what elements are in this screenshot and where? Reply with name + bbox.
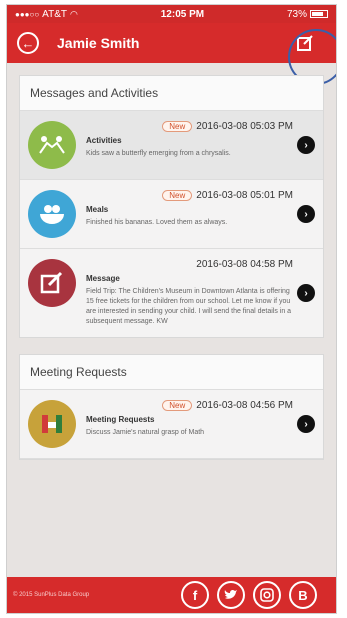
compose-button[interactable] — [294, 32, 316, 54]
item-meta: New 2016-03-08 05:01 PM — [86, 190, 293, 201]
meals-icon — [28, 190, 76, 238]
message-edit-icon — [28, 259, 76, 307]
chevron-right-icon[interactable]: › — [297, 136, 315, 154]
item-text: Finished his bananas. Loved them as alwa… — [86, 219, 228, 226]
phone-screen: ●●●○○ AT&T ◠ 12:05 PM 73% ← Jamie Smith … — [6, 4, 337, 614]
status-bar: ●●●○○ AT&T ◠ 12:05 PM 73% — [7, 5, 336, 23]
chevron-right-icon[interactable]: › — [297, 415, 315, 433]
meeting-card: Meeting Requests New 2016-03-08 04:56 PM… — [19, 354, 324, 460]
back-button[interactable]: ← — [17, 32, 39, 54]
item-text: Field Trip: The Children's Museum in Dow… — [86, 288, 292, 325]
item-text: Kids saw a butterfly emerging from a chr… — [86, 150, 231, 157]
list-item-message[interactable]: 2016-03-08 04:58 PM Message Field Trip: … — [20, 249, 323, 337]
signal-icon: ●●●○○ — [15, 9, 40, 19]
activities-icon — [28, 121, 76, 169]
new-badge: New — [162, 121, 193, 132]
item-meta: 2016-03-08 04:58 PM — [86, 259, 293, 270]
new-badge: New — [162, 190, 193, 201]
app-header: ← Jamie Smith — [7, 23, 336, 85]
item-meta: New 2016-03-08 05:03 PM — [86, 121, 293, 132]
item-text: Discuss Jamie's natural grasp of Math — [86, 429, 205, 436]
main-content[interactable]: Messages and Activities New 2016-03-08 0… — [7, 63, 336, 577]
facebook-icon[interactable]: f — [181, 581, 209, 609]
messages-card: Messages and Activities New 2016-03-08 0… — [19, 75, 324, 338]
arrow-left-icon: ← — [21, 35, 35, 51]
edit-icon — [297, 35, 313, 51]
item-title: Meals — [86, 205, 109, 214]
item-datetime: 2016-03-08 05:01 PM — [196, 190, 293, 201]
item-body: New 2016-03-08 05:01 PM Meals Finished h… — [86, 190, 315, 238]
footer: © 2015 SunPlus Data Group f B — [7, 577, 336, 613]
item-title: Meeting Requests — [86, 415, 155, 424]
meeting-section-title: Meeting Requests — [20, 355, 323, 390]
item-title: Activities — [86, 136, 122, 145]
list-item-meeting[interactable]: New 2016-03-08 04:56 PM Meeting Requests… — [20, 390, 323, 459]
item-body: New 2016-03-08 04:56 PM Meeting Requests… — [86, 400, 315, 448]
chevron-right-icon[interactable]: › — [297, 205, 315, 223]
item-meta: New 2016-03-08 04:56 PM — [86, 400, 293, 411]
list-item-activities[interactable]: New 2016-03-08 05:03 PM Activities Kids … — [20, 111, 323, 180]
battery-icon — [309, 10, 328, 18]
list-item-meals[interactable]: New 2016-03-08 05:01 PM Meals Finished h… — [20, 180, 323, 249]
battery-percent: 73% — [286, 8, 307, 20]
clock: 12:05 PM — [160, 8, 205, 20]
carrier: AT&T — [42, 8, 67, 20]
new-badge: New — [162, 400, 193, 411]
copyright-text: © 2015 SunPlus Data Group — [13, 592, 90, 598]
twitter-icon[interactable] — [217, 581, 245, 609]
item-body: New 2016-03-08 05:03 PM Activities Kids … — [86, 121, 315, 169]
chevron-right-icon[interactable]: › — [297, 284, 315, 302]
item-title: Message — [86, 274, 120, 283]
item-datetime: 2016-03-08 04:58 PM — [196, 259, 293, 270]
messages-section-title: Messages and Activities — [20, 76, 323, 111]
item-body: 2016-03-08 04:58 PM Message Field Trip: … — [86, 259, 315, 327]
page-title: Jamie Smith — [57, 35, 140, 51]
social-links: f B — [181, 581, 317, 609]
wifi-icon: ◠ — [70, 8, 78, 19]
meeting-icon — [28, 400, 76, 448]
instagram-icon[interactable] — [253, 581, 281, 609]
status-left: ●●●○○ AT&T ◠ — [15, 9, 78, 20]
item-datetime: 2016-03-08 05:03 PM — [196, 121, 293, 132]
item-datetime: 2016-03-08 04:56 PM — [196, 400, 293, 411]
battery-status: 73% — [287, 9, 328, 20]
blogger-icon[interactable]: B — [289, 581, 317, 609]
